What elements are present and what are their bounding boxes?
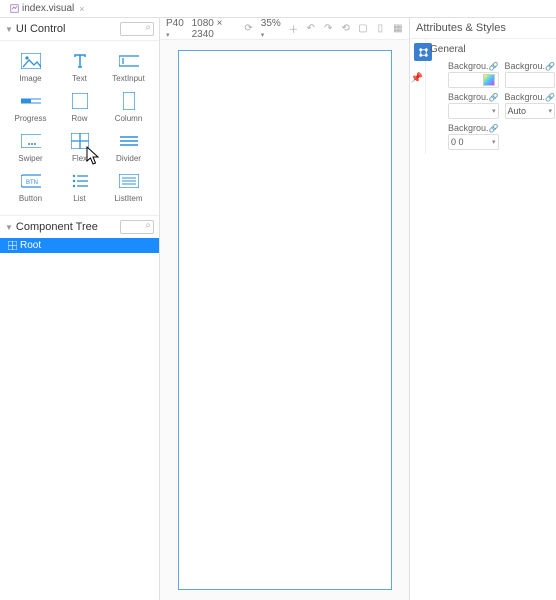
attr-dropdown-auto[interactable]: Auto [505,103,556,119]
device-dropdown[interactable]: P40 [166,18,185,40]
control-flex[interactable]: Flex [55,133,104,163]
file-tab[interactable]: index.visual × [4,1,91,16]
image-icon [21,53,41,69]
link-icon[interactable]: 🔗 [489,93,499,102]
link-icon[interactable]: 🔗 [489,124,499,133]
attr-label: Backgrou. [505,61,546,71]
control-image[interactable]: Image [6,53,55,83]
pin-icon[interactable]: 📌 [410,65,424,84]
control-progress[interactable]: Progress [6,93,55,123]
file-tab-label: index.visual [22,3,74,14]
tree-root-label: Root [20,240,41,251]
control-list[interactable]: List [55,173,104,203]
svg-text:BTN: BTN [26,180,38,186]
control-text[interactable]: Text [55,53,104,83]
attr-color-input[interactable] [448,72,499,88]
attr-dropdown[interactable] [448,103,499,119]
resolution-label: 1080 × 2340 [192,18,237,40]
flex-icon [70,133,90,149]
node-icon [8,241,17,250]
progress-icon [21,93,41,109]
component-tree-search[interactable] [120,220,154,234]
general-label: General [430,44,466,55]
attr-label: Backgrou. [448,61,489,71]
undo-icon[interactable]: ↶ [306,22,316,35]
ui-control-title: UI Control [16,23,120,35]
textinput-icon [119,53,139,69]
attr-label: Backgrou. [448,92,489,102]
zoom-dropdown[interactable]: 35% [261,18,281,40]
control-column[interactable]: Column [104,93,153,123]
text-icon [70,53,90,69]
link-icon[interactable]: 🔗 [489,62,499,71]
color-swatch [483,74,495,86]
listitem-icon [119,173,139,189]
control-listitem[interactable]: ListItem [104,173,153,203]
control-divider[interactable]: Divider [104,133,153,163]
grid-toggle-icon[interactable]: ▦ [393,22,403,35]
visual-file-icon [10,4,19,13]
control-row[interactable]: Row [55,93,104,123]
button-icon: BTN [21,173,41,189]
attr-label: Backgrou. [448,123,489,133]
design-canvas[interactable] [178,50,392,590]
link-icon[interactable]: 🔗 [545,62,555,71]
row-icon [70,93,90,109]
sync-icon[interactable]: ⟳ [243,22,253,35]
tree-root-node[interactable]: Root [0,238,159,253]
fullscreen-icon[interactable]: ▢ [358,22,368,35]
close-tab-icon[interactable]: × [79,4,84,14]
swiper-icon [21,133,41,149]
control-button[interactable]: BTN Button [6,173,55,203]
list-icon [70,173,90,189]
ui-control-header[interactable]: ▼ UI Control [0,18,159,41]
control-textinput[interactable]: TextInput [104,53,153,83]
zoom-add-icon[interactable]: ＋ [288,22,298,35]
divider-icon [119,133,139,149]
aspect-icon[interactable]: ▯ [375,22,385,35]
ui-control-search[interactable] [120,22,154,36]
link-icon[interactable]: 🔗 [545,93,555,102]
attributes-styles-title: Attributes & Styles [410,18,556,39]
redo-icon[interactable]: ↷ [323,22,333,35]
attr-input[interactable] [505,72,556,88]
attr-label: Backgrou. [505,92,546,102]
canvas-toolbar: P40 1080 × 2340 ⟳ 35% ＋ ↶ ↷ ⟲ ▢ ▯ ▦ [160,18,409,40]
collapse-icon: ▼ [5,25,13,34]
column-icon [119,93,139,109]
rotate-icon[interactable]: ⟲ [340,22,350,35]
control-swiper[interactable]: Swiper [6,133,55,163]
component-tree-header[interactable]: ▼ Component Tree [0,216,159,238]
attr-dropdown-zero[interactable]: 0 0 [448,134,499,150]
component-tree-title: Component Tree [16,221,120,233]
collapse-icon: ▼ [5,223,13,232]
